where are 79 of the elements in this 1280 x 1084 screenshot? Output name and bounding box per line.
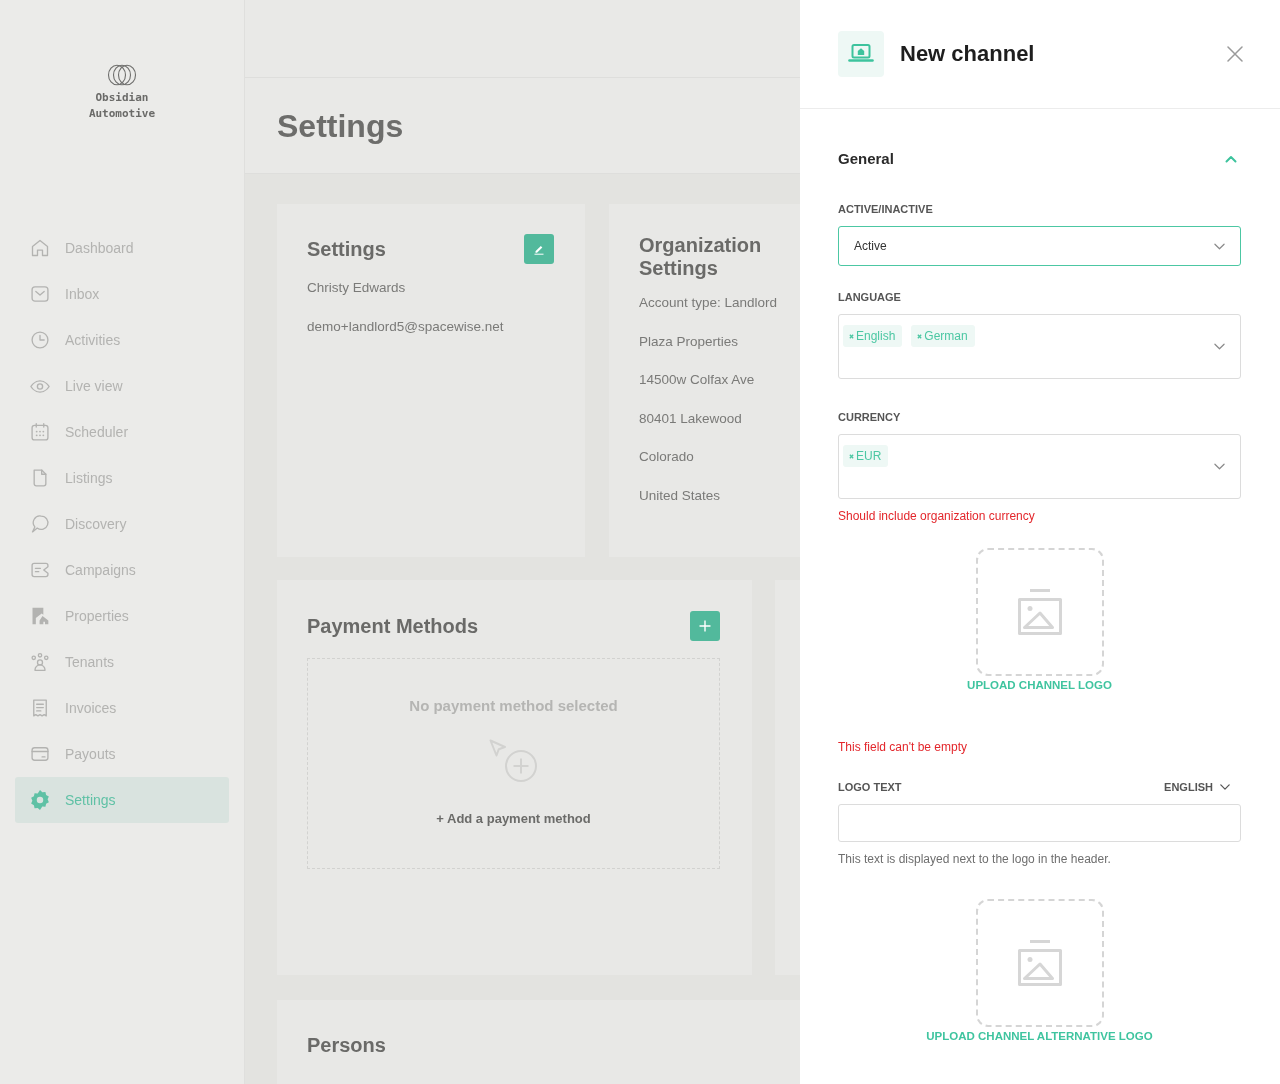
card-title: Persons (307, 1033, 387, 1058)
organization-text: Colorado (639, 448, 695, 466)
language-dropdown[interactable]: ENGLISH (1164, 780, 1230, 794)
organization-text: 80401 Lakewood (639, 409, 743, 428)
eye-icon (30, 379, 50, 393)
upload-link[interactable]: UPLOAD CHANNEL LOGO (967, 678, 1112, 692)
text-input[interactable] (838, 804, 1241, 842)
laptop-icon (838, 31, 884, 77)
chevron-up-icon[interactable] (1225, 155, 1237, 163)
profile-text: Christy Edwards (307, 279, 407, 297)
field-label: LANGUAGE (838, 290, 902, 304)
chevron-down-icon (1220, 784, 1230, 790)
people-icon (30, 652, 50, 672)
profile-text: demo+landlord5@spacewise.net (307, 318, 505, 336)
nav-item[interactable]: Payouts (15, 731, 229, 777)
organization-text: Plaza Properties (639, 332, 740, 351)
error-message: This field can't be empty (838, 740, 968, 754)
close-button[interactable] (1227, 46, 1243, 62)
upload-dropzone[interactable] (975, 548, 1104, 676)
pencil-icon (533, 243, 545, 255)
field-label: ACTIVE/INACTIVE (838, 202, 934, 216)
drawer-title: New channel (900, 40, 1036, 68)
settings-icon (30, 790, 50, 810)
chevron-down-icon (1214, 242, 1225, 250)
image-icon (1016, 939, 1063, 987)
document-house-icon (30, 606, 50, 626)
helper-text: This text is displayed next to the logo in the header. (838, 852, 1112, 866)
close-icon (1227, 46, 1243, 62)
card-title: Organization Settings (639, 234, 763, 280)
dropdown-field[interactable]: Active (838, 226, 1241, 266)
card-title: Settings (307, 237, 386, 262)
nav-item[interactable]: Tenants (15, 639, 229, 685)
nav-item[interactable]: Settings (15, 777, 229, 823)
multi-select-field[interactable]: English German (838, 314, 1241, 379)
organization-text: 14500w Colfax Ave (639, 371, 756, 389)
speech-bubble-icon (30, 514, 50, 534)
ticket-icon (30, 560, 50, 580)
selected-tag[interactable]: EUR (843, 445, 889, 467)
add-payment-link[interactable]: + Add a payment method (436, 809, 591, 829)
multi-select-field[interactable]: EUR (838, 434, 1241, 499)
selected-tag[interactable]: English (843, 325, 903, 347)
error-message: Should include organization currency (838, 509, 1036, 523)
cross-icon[interactable] (849, 333, 854, 339)
calendar-icon (30, 422, 50, 442)
receipt-icon (30, 698, 50, 718)
nav-item[interactable]: Live view (15, 363, 229, 409)
page-title: Settings (277, 106, 404, 145)
nav-item[interactable]: Campaigns (15, 547, 229, 593)
selected-tag[interactable]: German (911, 325, 975, 347)
section-title: General (838, 149, 894, 169)
nav-item[interactable]: Properties (15, 593, 229, 639)
chevron-down-icon (1214, 463, 1225, 470)
nav-item[interactable]: Discovery (15, 501, 229, 547)
wallet-icon (30, 744, 50, 764)
organization-text: Account type: Landlord (639, 294, 779, 312)
home-icon (30, 238, 50, 258)
upload-dropzone[interactable] (975, 899, 1104, 1027)
nav-item[interactable]: Dashboard (15, 225, 229, 271)
nav-item[interactable]: Activities (15, 317, 229, 363)
clock-icon (30, 330, 50, 350)
logo-icon (107, 64, 137, 86)
cross-icon[interactable] (917, 333, 923, 339)
plus-icon (699, 620, 711, 632)
nav-item[interactable]: Inbox (15, 271, 229, 317)
add-button[interactable] (690, 611, 720, 641)
image-icon (1016, 588, 1063, 636)
nav-item[interactable]: Listings (15, 455, 229, 501)
cross-icon[interactable] (849, 453, 854, 459)
brand-name: Obsidian Automotive (87, 90, 157, 122)
edit-button[interactable] (524, 234, 554, 264)
envelope-icon (30, 284, 50, 304)
field-label: LOGO TEXT (838, 780, 902, 794)
nav-item[interactable]: Invoices (15, 685, 229, 731)
nav-item[interactable]: Scheduler (15, 409, 229, 455)
card-title: Payment Methods (307, 614, 479, 639)
chevron-down-icon (1214, 343, 1225, 350)
organization-text: United States (639, 486, 722, 505)
field-label: CURRENCY (838, 410, 902, 424)
upload-link[interactable]: UPLOAD CHANNEL ALTERNATIVE LOGO (926, 1029, 1153, 1043)
